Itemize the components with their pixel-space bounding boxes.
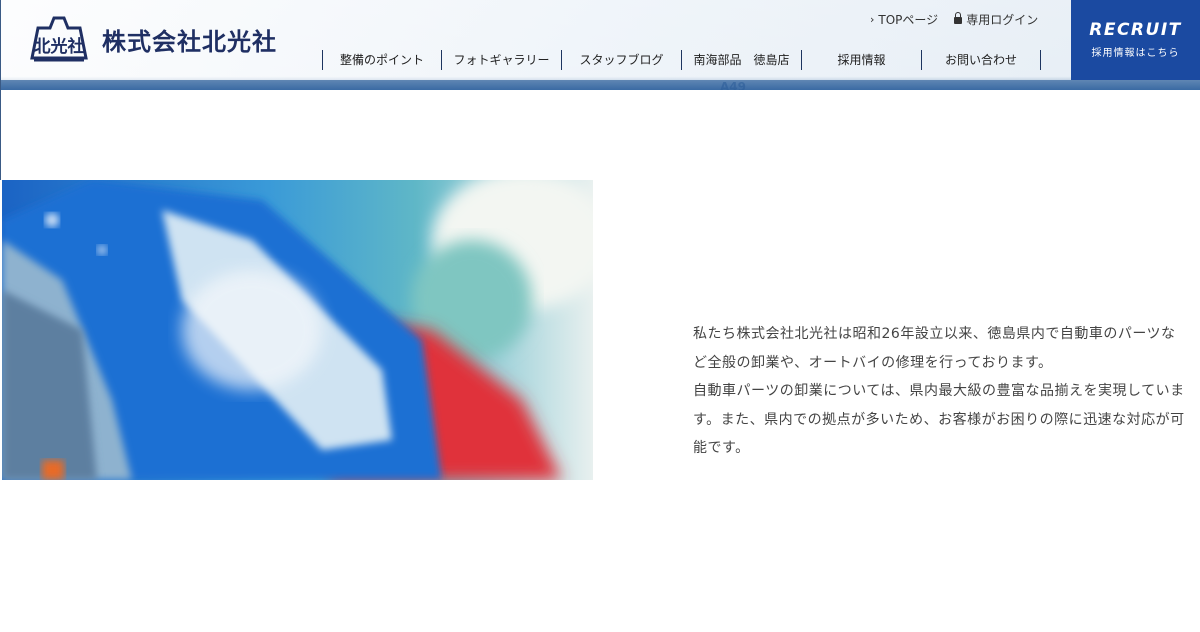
company-logo-icon: 北光社: [30, 16, 88, 62]
blurred-car-image: [2, 180, 593, 480]
top-page-label: TOPページ: [878, 13, 939, 27]
nav-item-contact[interactable]: お問い合わせ: [921, 50, 1041, 70]
recruit-subtitle: 採用情報はこちら: [1091, 48, 1180, 59]
nav-item-staff-blog[interactable]: スタッフブログ: [561, 50, 681, 70]
logo[interactable]: 北光社 株式会社北光社: [28, 14, 277, 64]
background-sign-text: A49: [720, 80, 746, 90]
recruit-title: RECRUIT: [1089, 20, 1182, 40]
intro-line: ど全般の卸業や、オートバイの修理を行っております。: [693, 354, 1053, 371]
member-login-label: 専用ログイン: [966, 13, 1039, 27]
member-login-link[interactable]: 専用ログイン: [954, 11, 1038, 28]
recruit-button[interactable]: RECRUIT 採用情報はこちら: [1071, 0, 1200, 80]
company-intro: 私たち株式会社北光社は昭和26年設立以来、徳島県内で自動車のパーツな ど全般の卸…: [693, 320, 1200, 463]
page-border: [0, 0, 1, 180]
nav-item-maintenance-points[interactable]: 整備のポイント: [322, 50, 441, 70]
intro-line: 私たち株式会社北光社は昭和26年設立以来、徳島県内で自動車のパーツな: [693, 326, 1176, 342]
nav-item-recruit-info[interactable]: 採用情報: [801, 50, 921, 70]
lock-icon: [954, 12, 963, 24]
car-headlight-photo: [2, 180, 593, 480]
svg-text:北光社: 北光社: [34, 36, 85, 57]
utility-links: › TOPページ 専用ログイン: [870, 11, 1038, 28]
site-header: A49 北光社 株式会社北光社 › TOPページ 専用ログイン 整備のポイント …: [0, 0, 1200, 90]
main-nav: 整備のポイント フォトギャラリー スタッフブログ 南海部品 徳島店 採用情報 お…: [322, 50, 1041, 70]
top-page-link[interactable]: › TOPページ: [870, 11, 938, 28]
intro-line: 自動車パーツの卸業については、県内最大級の豊富な品揃えを実現していま: [693, 383, 1185, 399]
nav-item-nankai-parts-tokushima[interactable]: 南海部品 徳島店: [681, 50, 801, 70]
chevron-right-icon: ›: [870, 13, 875, 26]
intro-line: す。また、県内での拠点が多いため、お客様がお困りの際に迅速な対応が可: [693, 411, 1185, 428]
intro-line: 能です。: [693, 440, 750, 456]
company-name: 株式会社北光社: [102, 26, 277, 56]
nav-item-photo-gallery[interactable]: フォトギャラリー: [441, 50, 561, 70]
